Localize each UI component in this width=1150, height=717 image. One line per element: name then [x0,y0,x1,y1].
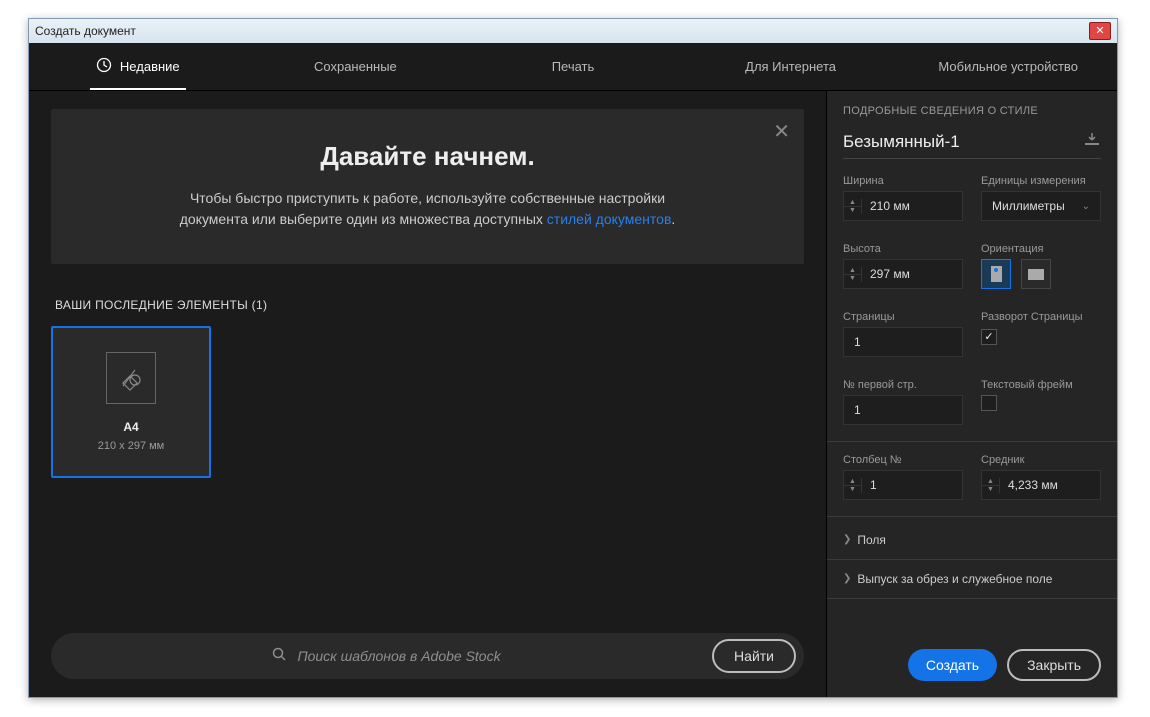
step-up-icon[interactable]: ▲ [844,199,861,207]
recent-section-title: ВАШИ ПОСЛЕДНИЕ ЭЛЕМЕНТЫ (1) [55,298,804,312]
search-input[interactable]: Поиск шаблонов в Adobe Stock [75,647,698,665]
tab-label: Для Интернета [745,59,836,74]
right-panel: ПОДРОБНЫЕ СВЕДЕНИЯ О СТИЛЕ Безымянный-1 … [827,91,1117,697]
step-up-icon[interactable]: ▲ [982,478,999,486]
preset-a4[interactable]: A4 210 x 297 мм [51,326,211,478]
orientation-portrait[interactable] [981,259,1011,289]
hero-text: Чтобы быстро приступить к работе, исполь… [91,188,764,230]
tab-label: Мобильное устройство [938,59,1078,74]
page-icon [106,352,156,404]
height-label: Высота [843,243,963,255]
preset-name-field[interactable]: Безымянный-1 [843,132,1073,152]
startpage-label: № первой стр. [843,379,963,391]
height-input[interactable]: ▲▼ 297 мм [843,259,963,289]
tab-saved[interactable]: Сохраненные [247,43,465,90]
orientation-landscape[interactable] [1021,259,1051,289]
units-select[interactable]: Миллиметры ⌄ [981,191,1101,221]
clock-icon [96,57,112,76]
step-down-icon[interactable]: ▼ [844,207,861,214]
tab-print[interactable]: Печать [464,43,682,90]
left-panel: ✕ Давайте начнем. Чтобы быстро приступит… [29,91,827,697]
download-icon[interactable] [1083,131,1101,152]
startpage-input[interactable]: 1 [843,395,963,425]
chevron-down-icon: ⌄ [1082,201,1090,212]
columns-label: Столбец № [843,454,963,466]
facing-checkbox[interactable]: ✓ [981,329,997,345]
step-up-icon[interactable]: ▲ [844,267,861,275]
textframe-label: Текстовый фрейм [981,379,1101,391]
details-heading: ПОДРОБНЫЕ СВЕДЕНИЯ О СТИЛЕ [843,105,1101,117]
tab-label: Недавние [120,59,180,74]
window-close-button[interactable]: ✕ [1089,22,1111,40]
step-up-icon[interactable]: ▲ [844,478,861,486]
width-input[interactable]: ▲▼ 210 мм [843,191,963,221]
search-placeholder: Поиск шаблонов в Adobe Stock [297,648,500,664]
chevron-right-icon: ❯ [843,534,851,545]
chevron-right-icon: ❯ [843,573,851,584]
tab-web[interactable]: Для Интернета [682,43,900,90]
dialog-window: Создать документ ✕ Недавние Сохраненные … [28,18,1118,698]
pages-label: Страницы [843,311,963,323]
close-button[interactable]: Закрыть [1007,649,1101,681]
search-bar: Поиск шаблонов в Adobe Stock Найти [51,633,804,679]
columns-input[interactable]: ▲▼ 1 [843,470,963,500]
step-down-icon[interactable]: ▼ [844,275,861,282]
textframe-checkbox[interactable] [981,395,997,411]
dialog-content: Недавние Сохраненные Печать Для Интернет… [29,43,1117,697]
orientation-label: Ориентация [981,243,1101,255]
bleed-expand[interactable]: ❯Выпуск за обрез и служебное поле [843,564,1101,594]
gutter-label: Средник [981,454,1101,466]
hero-panel: ✕ Давайте начнем. Чтобы быстро приступит… [51,109,804,264]
gutter-input[interactable]: ▲▼ 4,233 мм [981,470,1101,500]
margins-expand[interactable]: ❯Поля [843,525,1101,555]
step-down-icon[interactable]: ▼ [844,486,861,493]
width-label: Ширина [843,175,963,187]
tab-label: Сохраненные [314,59,397,74]
hero-close-icon[interactable]: ✕ [773,119,790,144]
window-title: Создать документ [35,24,1089,38]
preset-size: 210 x 297 мм [98,440,165,452]
body-row: ✕ Давайте начнем. Чтобы быстро приступит… [29,91,1117,697]
preset-list: A4 210 x 297 мм [51,326,804,478]
tab-bar: Недавние Сохраненные Печать Для Интернет… [29,43,1117,91]
hero-title: Давайте начнем. [91,141,764,172]
step-down-icon[interactable]: ▼ [982,486,999,493]
units-label: Единицы измерения [981,175,1101,187]
tab-label: Печать [552,59,595,74]
titlebar: Создать документ ✕ [29,19,1117,43]
tab-recent[interactable]: Недавние [29,43,247,90]
find-button[interactable]: Найти [712,639,796,673]
hero-link[interactable]: стилей документов [547,211,672,227]
create-button[interactable]: Создать [908,649,997,681]
preset-name: A4 [123,420,138,434]
tab-mobile[interactable]: Мобильное устройство [899,43,1117,90]
facing-label: Разворот Страницы [981,311,1101,323]
pages-input[interactable]: 1 [843,327,963,357]
search-icon [272,647,287,665]
